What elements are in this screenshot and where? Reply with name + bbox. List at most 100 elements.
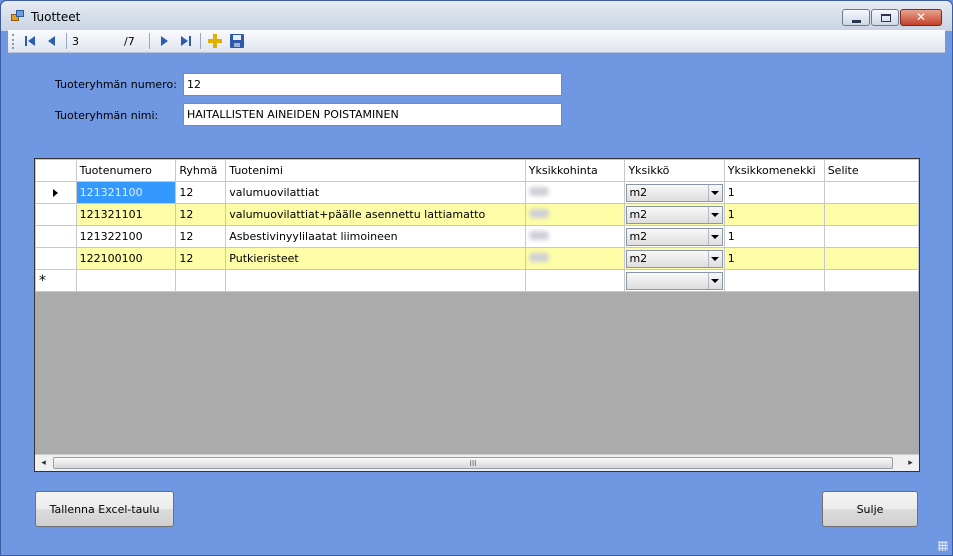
move-first-icon — [25, 36, 35, 46]
cell-tuotenumero[interactable] — [75, 269, 177, 292]
row-header[interactable] — [35, 203, 77, 226]
scroll-right-icon[interactable]: ▸ — [902, 455, 919, 471]
cell-tuotenumero[interactable]: 122100100 — [75, 247, 177, 270]
column-header-tuotenumero[interactable]: Tuotenumero — [75, 159, 177, 182]
save-button[interactable] — [226, 31, 248, 51]
resize-grip[interactable] — [938, 541, 948, 551]
cell-tuotenumero[interactable]: 121321100 — [75, 181, 177, 204]
cell-ryhma[interactable]: 12 — [175, 203, 227, 226]
move-next-button[interactable] — [153, 31, 175, 51]
new-row-marker: * — [35, 269, 77, 292]
maximize-icon — [881, 14, 891, 22]
column-header-yksikko[interactable]: Yksikkö — [624, 159, 725, 182]
cell-ryhma[interactable]: 12 — [175, 247, 227, 270]
new-row[interactable]: * — [35, 269, 919, 292]
current-row-arrow-icon — [53, 188, 59, 197]
cell-yksikkohinta-redacted[interactable] — [524, 203, 626, 226]
cell-selite[interactable] — [823, 203, 919, 226]
cell-yksikkomenekki[interactable]: 1 — [723, 203, 825, 226]
add-new-button[interactable] — [204, 31, 226, 51]
save-excel-button[interactable]: Tallenna Excel-taulu — [35, 491, 174, 527]
unit-combobox[interactable]: m2 — [626, 227, 723, 246]
binding-navigator: /7 — [8, 30, 945, 53]
app-icon — [11, 10, 25, 22]
column-header-tuotenimi[interactable]: Tuotenimi — [225, 159, 526, 182]
corner-header[interactable] — [35, 159, 77, 182]
cell-tuotenimi[interactable] — [225, 269, 526, 292]
cell-yksikkomenekki[interactable]: 1 — [723, 181, 825, 204]
minimize-icon — [852, 20, 861, 23]
minimize-button[interactable] — [842, 9, 870, 26]
table-row[interactable]: 121321100 12 valumuovilattiat m2 1 — [35, 181, 919, 204]
cell-tuotenimi[interactable]: valumuovilattiat+päälle asennettu lattia… — [225, 203, 526, 226]
cell-yksikko[interactable]: m2 — [624, 181, 725, 204]
move-previous-button[interactable] — [41, 31, 63, 51]
close-icon: ✕ — [915, 10, 927, 24]
column-header-yksikkomenekki[interactable]: Yksikkomenekki — [723, 159, 825, 182]
group-number-label: Tuoteryhmän numero: — [55, 78, 177, 91]
cell-yksikkohinta[interactable] — [524, 269, 626, 292]
cell-tuotenumero[interactable]: 121322100 — [75, 225, 177, 248]
cell-tuotenimi[interactable]: Putkieristeet — [225, 247, 526, 270]
close-window-button[interactable]: ✕ — [900, 9, 942, 26]
position-input[interactable] — [70, 32, 124, 50]
cell-yksikkomenekki[interactable]: 1 — [723, 225, 825, 248]
group-number-field[interactable]: 12 — [183, 73, 562, 96]
cell-yksikko[interactable]: m2 — [624, 247, 725, 270]
cell-selite[interactable] — [823, 181, 919, 204]
move-last-icon — [181, 36, 191, 46]
cell-ryhma[interactable]: 12 — [175, 181, 227, 204]
scroll-thumb[interactable]: III — [53, 457, 893, 469]
unit-combobox[interactable]: m2 — [626, 249, 723, 268]
row-header[interactable] — [35, 181, 77, 204]
scroll-left-icon[interactable]: ◂ — [35, 455, 52, 471]
unit-combobox[interactable]: m2 — [626, 205, 723, 224]
close-button[interactable]: Sulje — [822, 491, 918, 527]
cell-yksikkohinta-redacted[interactable] — [524, 225, 626, 248]
move-last-button[interactable] — [175, 31, 197, 51]
group-name-field[interactable]: HAITALLISTEN AINEIDEN POISTAMINEN — [183, 103, 562, 126]
cell-yksikko[interactable]: m2 — [624, 225, 725, 248]
dropdown-arrow-icon[interactable] — [707, 272, 722, 289]
dropdown-arrow-icon[interactable] — [707, 250, 722, 267]
move-previous-icon — [48, 36, 55, 46]
cell-yksikkomenekki[interactable]: 1 — [723, 247, 825, 270]
maximize-button[interactable] — [871, 9, 899, 26]
products-grid[interactable]: Tuotenumero Ryhmä Tuotenimi Yksikkohinta… — [34, 158, 920, 472]
cell-ryhma[interactable] — [175, 269, 227, 292]
cell-yksikkomenekki[interactable] — [723, 269, 825, 292]
move-first-button[interactable] — [19, 31, 41, 51]
add-icon — [208, 34, 222, 48]
row-header[interactable] — [35, 225, 77, 248]
table-row[interactable]: 121321101 12 valumuovilattiat+päälle ase… — [35, 203, 919, 226]
cell-tuotenimi[interactable]: valumuovilattiat — [225, 181, 526, 204]
table-row[interactable]: 121322100 12 Asbestivinyylilaatat liimoi… — [35, 225, 919, 248]
dropdown-arrow-icon[interactable] — [707, 206, 722, 223]
unit-combobox[interactable]: m2 — [626, 183, 723, 202]
group-name-label: Tuoteryhmän nimi: — [55, 109, 159, 122]
cell-yksikkohinta-redacted[interactable] — [524, 247, 626, 270]
column-header-yksikkohinta[interactable]: Yksikkohinta — [524, 159, 626, 182]
unit-combobox[interactable] — [626, 271, 723, 290]
cell-selite[interactable] — [823, 225, 919, 248]
horizontal-scrollbar[interactable]: ◂ III ▸ — [35, 454, 919, 471]
save-disk-icon — [230, 34, 244, 48]
dropdown-arrow-icon[interactable] — [707, 184, 722, 201]
cell-selite[interactable] — [823, 247, 919, 270]
cell-yksikko[interactable]: m2 — [624, 203, 725, 226]
cell-tuotenimi[interactable]: Asbestivinyylilaatat liimoineen — [225, 225, 526, 248]
column-header-selite[interactable]: Selite — [823, 159, 919, 182]
row-header[interactable] — [35, 247, 77, 270]
header-row: Tuotenumero Ryhmä Tuotenimi Yksikkohinta… — [35, 159, 919, 182]
cell-ryhma[interactable]: 12 — [175, 225, 227, 248]
title-bar[interactable]: Tuotteet ✕ — [1, 1, 952, 31]
table-row[interactable]: 122100100 12 Putkieristeet m2 1 — [35, 247, 919, 270]
cell-tuotenumero[interactable]: 121321101 — [75, 203, 177, 226]
cell-yksikkohinta-redacted[interactable] — [524, 181, 626, 204]
toolbar-grip[interactable] — [12, 33, 15, 49]
column-header-ryhma[interactable]: Ryhmä — [175, 159, 227, 182]
products-table: Tuotenumero Ryhmä Tuotenimi Yksikkohinta… — [35, 159, 919, 292]
dropdown-arrow-icon[interactable] — [707, 228, 722, 245]
cell-selite[interactable] — [823, 269, 919, 292]
cell-yksikko[interactable] — [624, 269, 725, 292]
